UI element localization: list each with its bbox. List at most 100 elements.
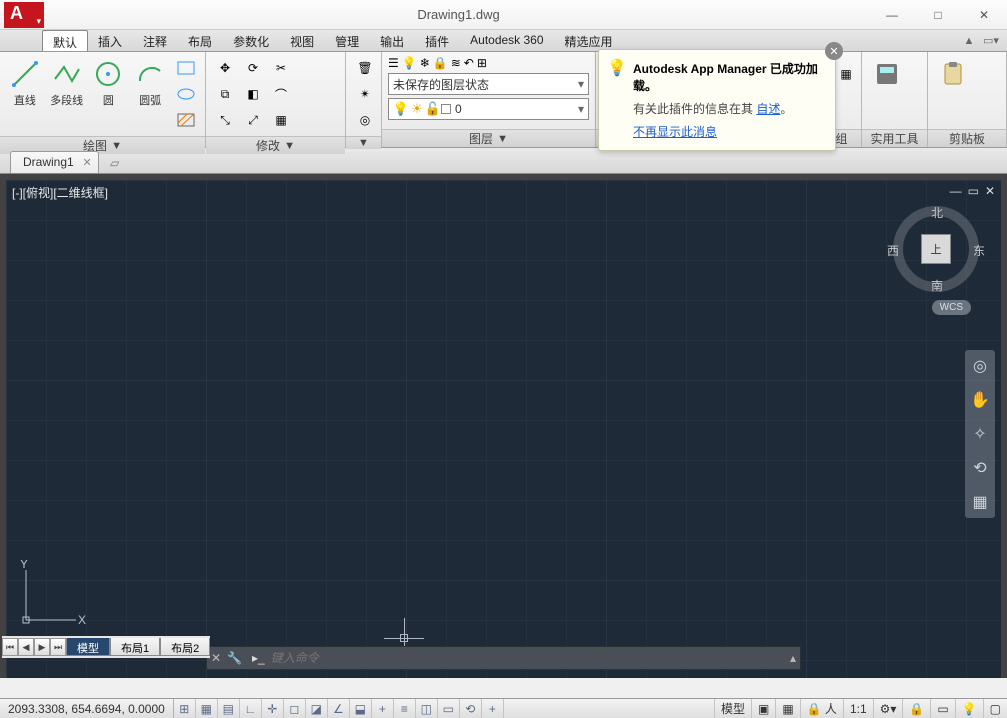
tab-featured[interactable]: 精选应用 [555, 30, 624, 51]
close-button[interactable]: ✕ [961, 0, 1007, 30]
object-snap-icon[interactable]: ◻ [284, 699, 306, 718]
quick-properties-icon[interactable]: ▭ [438, 699, 460, 718]
copy-icon[interactable]: ⧉ [212, 82, 238, 106]
layout-last-icon[interactable]: ⏭ [50, 638, 66, 656]
command-input[interactable] [271, 651, 784, 665]
pan-icon[interactable]: ✋ [970, 390, 990, 410]
tab-output[interactable]: 输出 [370, 30, 415, 51]
layout-next-icon[interactable]: ▶ [34, 638, 50, 656]
orbit-icon[interactable]: ⟲ [973, 458, 986, 478]
clipboard-button[interactable] [934, 56, 972, 92]
snap-mode-icon[interactable]: ▦ [196, 699, 218, 718]
layer-freeze-icon[interactable]: ❄ [420, 56, 430, 70]
cmdline-recent-icon[interactable]: ▴ [790, 651, 796, 665]
new-tab-button[interactable]: ▱ [103, 153, 127, 173]
layer-prev-icon[interactable]: ↶ [464, 56, 474, 70]
tab-default[interactable]: 默认 [42, 30, 88, 51]
showmotion-icon[interactable]: ▦ [972, 492, 987, 512]
viewport-label[interactable]: [-][俯视][二维线框] [12, 184, 108, 201]
bim360-icon[interactable]: ▲ [961, 33, 977, 49]
tab-view[interactable]: 视图 [280, 30, 325, 51]
object-snap-tracking-icon[interactable]: ∠ [328, 699, 350, 718]
steering-wheel-icon[interactable]: ◎ [973, 356, 987, 376]
line-button[interactable]: 直线 [6, 56, 44, 110]
tab-a360[interactable]: Autodesk 360 [460, 30, 554, 51]
mirror-icon[interactable]: ◧ [240, 82, 266, 106]
infer-constraints-icon[interactable]: ⊞ [174, 699, 196, 718]
viewport-minimize-icon[interactable]: — [950, 184, 962, 198]
hatch-icon[interactable] [173, 108, 199, 132]
ribbon-options-icon[interactable]: ▭▾ [983, 33, 999, 49]
tab-parametric[interactable]: 参数化 [223, 30, 280, 51]
file-tab-close-icon[interactable]: ✕ [82, 156, 91, 169]
annotation-scale-value[interactable]: 1:1 [843, 699, 873, 718]
move-icon[interactable]: ✥ [212, 56, 238, 80]
rectangle-icon[interactable] [173, 56, 199, 80]
tab-plugins[interactable]: 插件 [415, 30, 460, 51]
ortho-mode-icon[interactable]: ∟ [240, 699, 262, 718]
tab-insert[interactable]: 插入 [88, 30, 133, 51]
erase-icon[interactable]: 🗑 [352, 56, 378, 80]
annotation-monitor-icon[interactable]: + [482, 699, 504, 718]
layout-quick-view-icon[interactable]: ▣ [751, 699, 775, 718]
toolbar-lock-icon[interactable]: 🔒 [902, 699, 930, 718]
cmdline-close-icon[interactable]: ✕ [211, 651, 221, 665]
polyline-button[interactable]: 多段线 [48, 56, 86, 110]
viewport-close-icon[interactable]: ✕ [985, 184, 995, 198]
offset-icon[interactable]: ◎ [352, 108, 378, 132]
layer-current-dropdown[interactable]: 💡 ☀ 🔓 0 ▾ [388, 98, 589, 120]
coordinates-readout[interactable]: 2093.3308, 654.6694, 0.0000 [0, 699, 174, 718]
app-menu-button[interactable] [4, 2, 44, 28]
lineweight-icon[interactable]: ≡ [394, 699, 416, 718]
balloon-link-readme[interactable]: 自述 [756, 102, 780, 116]
viewcube-top-face[interactable]: 上 [921, 234, 951, 264]
layout-first-icon[interactable]: ⏮ [2, 638, 18, 656]
grid-display-icon[interactable]: ▤ [218, 699, 240, 718]
clean-screen-icon[interactable]: ▢ [983, 699, 1007, 718]
scale-icon[interactable]: ⤢ [240, 108, 266, 132]
tab-annotate[interactable]: 注释 [133, 30, 178, 51]
maximize-button[interactable]: □ [915, 0, 961, 30]
utilities-button[interactable] [868, 56, 906, 92]
layer-lock-icon[interactable]: 🔒 [433, 56, 448, 70]
model-space-button[interactable]: 模型 [714, 699, 751, 718]
view-cube[interactable]: 上 北 南 西 东 [893, 206, 979, 292]
drawing-canvas[interactable]: [-][俯视][二维线框] — ▭ ✕ 上 北 南 西 东 WCS ◎ ✋ ✧ … [6, 180, 1001, 678]
circle-button[interactable]: 圆 [90, 56, 128, 110]
tab-layout2[interactable]: 布局2 [160, 638, 210, 656]
arc-button[interactable]: 圆弧 [131, 56, 169, 110]
workspace-switch-icon[interactable]: ⚙▾ [873, 699, 903, 718]
zoom-extents-icon[interactable]: ✧ [973, 424, 986, 444]
tab-layout1[interactable]: 布局1 [110, 638, 160, 656]
annotation-scale-icon[interactable]: 🔒 人 [800, 699, 843, 718]
dynamic-input-icon[interactable]: + [372, 699, 394, 718]
dynamic-ucs-icon[interactable]: ⬓ [350, 699, 372, 718]
wcs-badge[interactable]: WCS [932, 300, 971, 315]
hardware-accel-icon[interactable]: ▭ [930, 699, 954, 718]
array-icon[interactable]: ▦ [268, 108, 294, 132]
cmdline-options-icon[interactable]: 🔧 [227, 651, 242, 665]
balloon-close-button[interactable]: ✕ [825, 42, 843, 60]
polar-tracking-icon[interactable]: ✛ [262, 699, 284, 718]
command-line[interactable]: ✕ 🔧 ▸_ ▴ [206, 646, 801, 670]
fillet-icon[interactable]: ⌒ [268, 82, 294, 106]
transparency-icon[interactable]: ◫ [416, 699, 438, 718]
selection-cycling-icon[interactable]: ⟲ [460, 699, 482, 718]
layer-prop-icon[interactable]: ☰ [388, 56, 399, 70]
file-tab-drawing1[interactable]: Drawing1 ✕ [10, 151, 99, 173]
explode-icon[interactable]: ✴ [352, 82, 378, 106]
rotate-icon[interactable]: ⟳ [240, 56, 266, 80]
layer-state-dropdown[interactable]: 未保存的图层状态▾ [388, 73, 589, 95]
viewport-restore-icon[interactable]: ▭ [968, 184, 979, 198]
ellipse-icon[interactable] [173, 82, 199, 106]
layout-prev-icon[interactable]: ◀ [18, 638, 34, 656]
minimize-button[interactable]: — [869, 0, 915, 30]
drawing-quick-view-icon[interactable]: ▦ [775, 699, 799, 718]
tab-layout[interactable]: 布局 [178, 30, 223, 51]
tab-model[interactable]: 模型 [66, 638, 110, 656]
layer-iso-icon[interactable]: ⊞ [477, 56, 487, 70]
stretch-icon[interactable]: ⤡ [212, 108, 238, 132]
balloon-link-dismiss[interactable]: 不再显示此消息 [633, 125, 717, 139]
layer-off-icon[interactable]: 💡 [402, 56, 417, 70]
tab-manage[interactable]: 管理 [325, 30, 370, 51]
